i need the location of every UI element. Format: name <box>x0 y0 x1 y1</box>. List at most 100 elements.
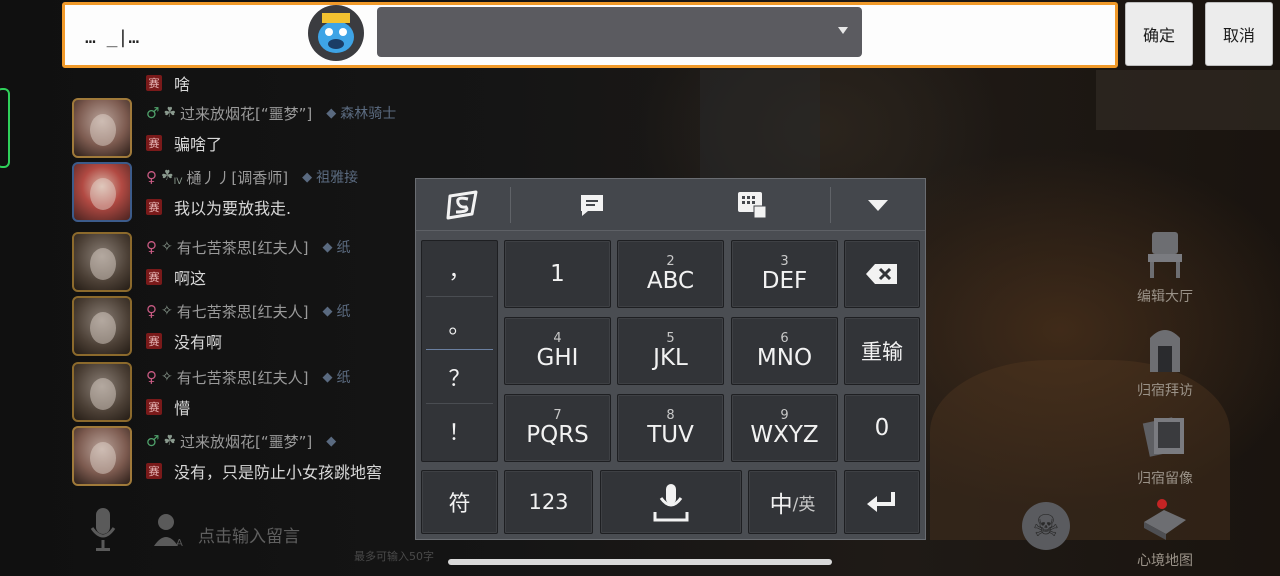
key-8[interactable]: 8 TUV <box>617 394 724 462</box>
chat-message: ♂ ☘ 过来放烟花[“噩梦”] ◆ 森林骑士 赛 骗啥了 <box>68 98 428 162</box>
rank-icon: ☘IV <box>161 167 183 187</box>
avatar[interactable] <box>72 426 132 486</box>
ime-keyboard: ， 。 ？ ！ 1 2 ABC 3 DEF 4 GHI 5 JKL 6 MNO … <box>415 178 926 540</box>
message-toolbar-button[interactable] <box>542 179 642 231</box>
character-name: 纸 <box>336 370 351 386</box>
badge-icon: 赛 <box>146 75 162 91</box>
emoji-dropdown[interactable] <box>377 7 862 57</box>
avatar[interactable] <box>72 362 132 422</box>
key-9[interactable]: 9 WXYZ <box>731 394 838 462</box>
key-4[interactable]: 4 GHI <box>504 317 611 385</box>
character-tag-icon: ◆ <box>322 369 333 385</box>
key-2[interactable]: 2 ABC <box>617 240 724 308</box>
badge-icon: 赛 <box>146 399 162 415</box>
mascot-icon[interactable] <box>308 5 364 61</box>
avatar[interactable] <box>72 98 132 158</box>
badge-icon: 赛 <box>146 269 162 285</box>
confirm-button[interactable]: 确定 <box>1125 2 1193 66</box>
sender-name[interactable]: 有七苦茶思[红夫人] <box>177 237 309 258</box>
side-tab-indicator[interactable] <box>0 88 10 168</box>
sender-name[interactable]: 樋丿丿[调香师] <box>186 167 288 188</box>
chat-message: ♀ ✧ 有七苦茶思[红夫人] ◆ 纸 赛 懵 <box>68 362 428 426</box>
keyboard-toolbar <box>416 179 925 231</box>
key-6[interactable]: 6 MNO <box>731 317 838 385</box>
sender-line: ♂ ☘ 过来放烟花[“噩梦”] ◆ <box>146 430 336 452</box>
sogou-logo-button[interactable] <box>416 179 510 231</box>
key-label: 重输 <box>861 340 903 364</box>
message-text: 没有啊 <box>174 333 223 352</box>
home-indicator[interactable] <box>448 559 832 565</box>
message-text: 啊这 <box>174 269 207 288</box>
hide-keyboard-button[interactable] <box>830 179 925 231</box>
sender-name[interactable]: 有七苦茶思[红夫人] <box>177 367 309 388</box>
character-tag-icon: ◆ <box>322 239 333 255</box>
sender-name[interactable]: 过来放烟花[“噩梦”] <box>180 103 312 124</box>
visit-icon <box>1150 330 1180 372</box>
avatar[interactable] <box>72 296 132 356</box>
key-0[interactable]: 0 <box>844 394 920 462</box>
backspace-key[interactable] <box>844 240 920 308</box>
sender-name[interactable]: 过来放烟花[“噩梦”] <box>180 431 312 452</box>
key-number: 9 <box>780 407 789 423</box>
visit-home-button[interactable]: 归宿拜访 <box>1110 322 1220 400</box>
voice-to-text-icon[interactable]: A <box>154 512 184 548</box>
sogou-icon <box>446 190 478 220</box>
rank-icon: ☘ <box>163 105 177 121</box>
reenter-key[interactable]: 重输 <box>844 317 920 385</box>
language-secondary: /英 <box>792 494 816 515</box>
chat-message-list[interactable]: 赛 啥 ♂ ☘ 过来放烟花[“噩梦”] ◆ 森林骑士 赛 骗啥了 ♀ ☘IV 樋… <box>68 64 428 524</box>
avatar[interactable] <box>72 162 132 222</box>
message-line: 赛 没有啊 <box>146 330 222 352</box>
female-icon: ♀ <box>146 302 157 320</box>
key-label: ABC <box>646 267 695 294</box>
key-label: 123 <box>528 490 569 514</box>
key-number: 6 <box>780 330 789 346</box>
cancel-button[interactable]: 取消 <box>1205 2 1273 66</box>
keyboard-layout-button[interactable] <box>702 179 802 231</box>
divider <box>426 349 493 350</box>
punctuation-column[interactable]: ， 。 ？ ！ <box>421 240 498 462</box>
avatar[interactable] <box>72 232 132 292</box>
home-photo-button[interactable]: 归宿留像 <box>1110 410 1220 488</box>
key-1[interactable]: 1 <box>504 240 611 308</box>
chevron-down-icon[interactable] <box>838 27 848 34</box>
sender-name[interactable]: 有七苦茶思[红夫人] <box>177 301 309 322</box>
chat-message: ♀ ☘IV 樋丿丿[调香师] ◆ 祖雅接 赛 我以为要放我走. <box>68 162 428 226</box>
voice-input-key[interactable] <box>600 470 742 534</box>
message-line: 赛 啥 <box>146 72 190 94</box>
punctuation-key[interactable]: ， <box>422 243 497 295</box>
enter-key[interactable] <box>844 470 920 534</box>
female-icon: ♀ <box>146 368 157 386</box>
edit-hall-button[interactable]: 编辑大厅 <box>1110 228 1220 306</box>
divider <box>426 403 493 404</box>
punctuation-key[interactable]: ！ <box>422 405 497 457</box>
punctuation-key[interactable]: ？ <box>422 351 497 403</box>
key-label: PQRS <box>526 421 589 448</box>
punctuation-key[interactable]: 。 <box>422 298 497 350</box>
text-input-field[interactable]: … _|… <box>62 2 1118 68</box>
badge-icon: 赛 <box>146 463 162 479</box>
number-mode-key[interactable]: 123 <box>504 470 593 534</box>
toolbar-divider <box>510 187 511 223</box>
message-input[interactable]: 点击输入留言 <box>198 522 300 547</box>
male-icon: ♂ <box>146 104 160 122</box>
side-menu-label: 归宿留像 <box>1137 471 1193 487</box>
male-icon: ♂ <box>146 432 160 450</box>
input-value: … _|… <box>85 27 140 48</box>
character-name: 纸 <box>336 304 351 320</box>
key-label: JKL <box>653 344 688 371</box>
side-menu-label: 心境地图 <box>1137 553 1193 569</box>
key-3[interactable]: 3 DEF <box>731 240 838 308</box>
background-cabinet <box>700 70 820 180</box>
skull-icon[interactable]: ☠ <box>1022 502 1070 550</box>
key-label: GHI <box>536 344 579 371</box>
character-tag-icon: ◆ <box>302 169 313 185</box>
key-7[interactable]: 7 PQRS <box>504 394 611 462</box>
symbol-key[interactable]: 符 <box>421 470 498 534</box>
key-5[interactable]: 5 JKL <box>617 317 724 385</box>
chat-message: ♀ ✧ 有七苦茶思[红夫人] ◆ 纸 赛 没有啊 <box>68 296 428 360</box>
key-label: WXYZ <box>750 421 819 448</box>
microphone-icon[interactable] <box>90 506 116 552</box>
mood-map-button[interactable]: 心境地图 <box>1110 492 1220 570</box>
language-switch-key[interactable]: 中/英 <box>748 470 837 534</box>
